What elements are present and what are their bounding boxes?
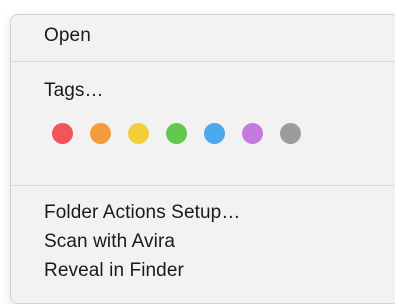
menu-separator	[11, 61, 395, 62]
tag-red-dot[interactable]	[52, 123, 73, 144]
menu-item-reveal-in-finder[interactable]: Reveal in Finder	[44, 259, 184, 283]
menu-item-open[interactable]: Open	[44, 24, 91, 48]
tag-gray-dot[interactable]	[280, 123, 301, 144]
tag-yellow-dot[interactable]	[128, 123, 149, 144]
tag-purple-dot[interactable]	[242, 123, 263, 144]
tag-green-dot[interactable]	[166, 123, 187, 144]
context-menu: Open Tags… Folder Actions Setup… Scan wi…	[10, 14, 395, 304]
tag-color-row	[52, 123, 301, 144]
menu-item-tags[interactable]: Tags…	[44, 79, 104, 103]
menu-separator	[11, 185, 395, 186]
menu-item-scan-with-avira[interactable]: Scan with Avira	[44, 230, 175, 254]
menu-item-folder-actions-setup[interactable]: Folder Actions Setup…	[44, 201, 240, 225]
tag-orange-dot[interactable]	[90, 123, 111, 144]
tag-blue-dot[interactable]	[204, 123, 225, 144]
